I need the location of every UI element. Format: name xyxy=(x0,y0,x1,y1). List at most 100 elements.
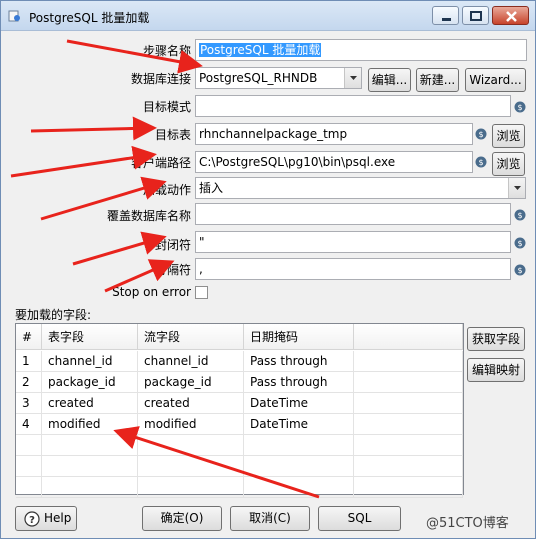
browse-client-button[interactable]: 浏览 xyxy=(492,152,525,176)
sql-button[interactable]: SQL xyxy=(318,506,401,531)
ok-button[interactable]: 确定(O) xyxy=(142,506,222,531)
delimiter-input[interactable]: , xyxy=(195,258,511,280)
help-label: Help xyxy=(44,511,72,525)
cell-stream-field[interactable]: channel_id xyxy=(138,351,244,372)
maximize-icon xyxy=(470,11,482,21)
column-header-table-field[interactable]: 表字段 xyxy=(42,324,138,350)
cell-stream-field[interactable]: created xyxy=(138,393,244,414)
chevron-down-icon xyxy=(514,186,521,190)
load-action-dropdown-arrow[interactable] xyxy=(508,178,525,198)
cell-date-mask[interactable]: DateTime xyxy=(244,414,354,435)
step-name-value: PostgreSQL 批量加载 xyxy=(199,43,322,57)
target-schema-label: 目标模式 xyxy=(142,100,191,114)
minimize-button[interactable] xyxy=(432,6,459,25)
load-action-value: 插入 xyxy=(199,181,224,195)
client-path-input[interactable]: C:\PostgreSQL\pg10\bin\psql.exe xyxy=(195,151,473,173)
svg-text:$: $ xyxy=(517,211,522,220)
fields-table[interactable]: # 表字段 流字段 日期掩码 1 channel_id channel_id Pass… xyxy=(15,323,464,498)
cancel-button[interactable]: 取消(C) xyxy=(230,506,310,531)
cell-table-field[interactable] xyxy=(42,456,138,477)
window-title: PostgreSQL 批量加载 xyxy=(29,11,150,25)
cell-stream-field[interactable] xyxy=(138,435,244,456)
override-db-label: 覆盖数据库名称 xyxy=(106,209,191,223)
cell-table-field[interactable] xyxy=(42,435,138,456)
variable-icon[interactable]: $ xyxy=(514,101,526,113)
cell-index[interactable] xyxy=(16,456,42,477)
cell-date-mask[interactable] xyxy=(244,456,354,477)
connection-dropdown-arrow[interactable] xyxy=(344,68,361,88)
column-header-index[interactable]: # xyxy=(16,324,42,350)
override-db-input[interactable] xyxy=(195,203,511,225)
enclosure-input[interactable]: " xyxy=(195,231,511,253)
variable-icon[interactable]: $ xyxy=(475,128,487,140)
target-table-input[interactable]: rhnchannelpackage_tmp xyxy=(195,123,473,145)
load-action-label: 加载动作 xyxy=(142,183,191,197)
svg-text:$: $ xyxy=(517,239,522,248)
step-name-input[interactable]: PostgreSQL 批量加载 xyxy=(195,39,527,61)
cell-stream-field[interactable] xyxy=(138,477,244,498)
variable-icon[interactable]: $ xyxy=(475,156,487,168)
cell-date-mask[interactable]: Pass through xyxy=(244,351,354,372)
variable-icon[interactable]: $ xyxy=(514,264,526,276)
svg-text:$: $ xyxy=(517,103,522,112)
target-table-label: 目标表 xyxy=(154,128,191,142)
enclosure-label: 封闭符 xyxy=(154,238,191,252)
variable-icon[interactable]: $ xyxy=(514,209,526,221)
column-header-stream-field[interactable]: 流字段 xyxy=(138,324,244,350)
chevron-down-icon xyxy=(350,76,357,80)
browse-table-button[interactable]: 浏览 xyxy=(492,124,525,148)
watermark: @51CTO博客 xyxy=(426,516,509,531)
cell-filler[interactable] xyxy=(354,372,463,393)
cell-index[interactable]: 2 xyxy=(16,372,42,393)
cell-table-field[interactable]: created xyxy=(42,393,138,414)
load-action-select[interactable]: 插入 xyxy=(195,177,526,199)
help-button[interactable]: ? Help xyxy=(15,506,77,531)
minimize-icon xyxy=(442,18,451,21)
cell-index[interactable] xyxy=(16,477,42,498)
new-connection-button[interactable]: 新建... xyxy=(416,68,459,92)
cell-filler[interactable] xyxy=(354,456,463,477)
target-schema-input[interactable] xyxy=(195,95,511,117)
cell-index[interactable]: 3 xyxy=(16,393,42,414)
cell-stream-field[interactable] xyxy=(138,456,244,477)
connection-value: PostgreSQL_RHNDB xyxy=(199,71,318,85)
cell-date-mask[interactable] xyxy=(244,477,354,498)
cell-filler[interactable] xyxy=(354,393,463,414)
cell-date-mask[interactable]: Pass through xyxy=(244,372,354,393)
wizard-button[interactable]: Wizard... xyxy=(465,68,526,92)
cell-stream-field[interactable]: package_id xyxy=(138,372,244,393)
close-icon xyxy=(506,11,517,22)
connection-select[interactable]: PostgreSQL_RHNDB xyxy=(195,67,362,89)
cell-date-mask[interactable]: DateTime xyxy=(244,393,354,414)
cell-index[interactable]: 1 xyxy=(16,351,42,372)
title-bar: PostgreSQL 批量加载 xyxy=(1,1,535,31)
cell-table-field[interactable] xyxy=(42,477,138,498)
stop-on-error-checkbox[interactable] xyxy=(195,286,208,299)
help-icon: ? xyxy=(24,511,40,527)
get-fields-button[interactable]: 获取字段 xyxy=(467,327,525,351)
cell-table-field[interactable]: modified xyxy=(42,414,138,435)
column-header-date-mask[interactable]: 日期掩码 xyxy=(244,324,354,350)
cell-filler[interactable] xyxy=(354,435,463,456)
stop-on-error-label: Stop on error xyxy=(112,285,191,299)
cell-index[interactable] xyxy=(16,435,42,456)
dialog-window: PostgreSQL 批量加载 步骤名称 PostgreSQL 批量加载 数据库… xyxy=(0,0,536,539)
svg-text:$: $ xyxy=(478,130,483,139)
app-icon xyxy=(8,10,20,22)
cell-index[interactable]: 4 xyxy=(16,414,42,435)
connection-label: 数据库连接 xyxy=(130,72,191,86)
step-name-label: 步骤名称 xyxy=(142,44,191,58)
maximize-button[interactable] xyxy=(462,6,489,25)
close-button[interactable] xyxy=(492,6,529,25)
edit-connection-button[interactable]: 编辑... xyxy=(368,68,411,92)
cell-table-field[interactable]: package_id xyxy=(42,372,138,393)
cell-stream-field[interactable]: modified xyxy=(138,414,244,435)
cell-filler[interactable] xyxy=(354,477,463,498)
cell-table-field[interactable]: channel_id xyxy=(42,351,138,372)
edit-mapping-button[interactable]: 编辑映射 xyxy=(467,358,525,382)
variable-icon[interactable]: $ xyxy=(514,237,526,249)
cell-filler[interactable] xyxy=(354,351,463,372)
fields-section-label: 要加载的字段: xyxy=(15,308,92,322)
cell-filler[interactable] xyxy=(354,414,463,435)
cell-date-mask[interactable] xyxy=(244,435,354,456)
